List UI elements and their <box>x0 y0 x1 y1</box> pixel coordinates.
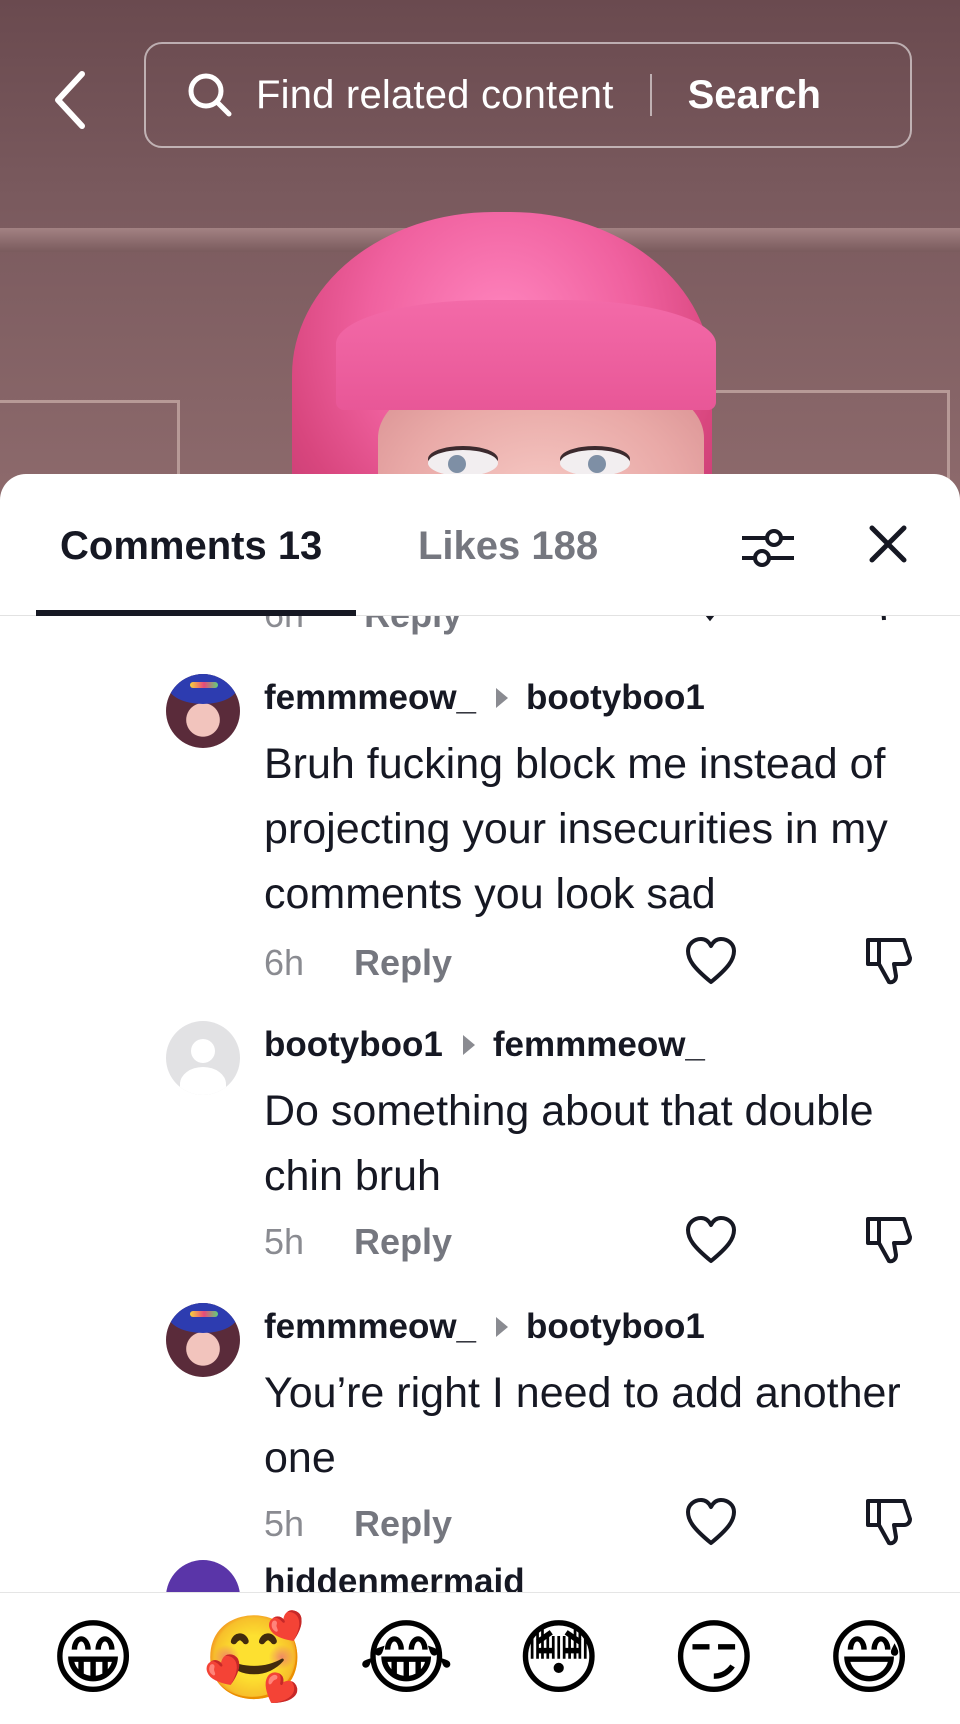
comments-list[interactable]: 6h Reply femmmeow_ bootyboo1 Bruh fuckin… <box>0 616 960 1592</box>
comment-meta: 5h Reply <box>264 1503 452 1545</box>
search-bar[interactable]: Find related content Search <box>144 42 912 148</box>
heart-icon[interactable] <box>684 936 738 986</box>
avatar[interactable] <box>166 1021 240 1095</box>
avatar[interactable] <box>166 1303 240 1377</box>
heart-icon[interactable] <box>684 1497 738 1547</box>
tab-comments[interactable]: Comments 13 <box>60 524 322 569</box>
close-icon[interactable] <box>866 522 910 566</box>
emoji-hearts-face[interactable]: 🥰 <box>203 1617 305 1700</box>
comment-time: 5h <box>264 1221 305 1262</box>
video-subject-eye <box>428 450 498 476</box>
reply-button[interactable]: Reply <box>364 616 462 635</box>
comment-author[interactable]: femmmeow_ <box>264 1307 476 1347</box>
comment-text: You’re right I need to add another one <box>264 1369 901 1482</box>
filter-icon[interactable] <box>740 524 796 572</box>
comment-author[interactable]: hiddenmermaid <box>264 1562 525 1592</box>
back-button[interactable] <box>40 60 100 140</box>
search-divider <box>649 74 652 116</box>
comment-time: 5h <box>264 1503 305 1544</box>
emoji-smirk[interactable]: 😏 <box>669 1617 759 1700</box>
comment-meta: 6h Reply <box>264 942 452 984</box>
comment-meta: 5h Reply <box>264 1221 452 1263</box>
comment-author-line: bootyboo1 femmmeow_ <box>264 1025 705 1065</box>
avatar[interactable] <box>166 1560 240 1592</box>
comment-time: 6h <box>264 942 305 983</box>
comment-author-line: femmmeow_ bootyboo1 <box>264 1307 705 1347</box>
dislike-icon[interactable] <box>864 1497 914 1547</box>
heart-icon[interactable] <box>690 616 730 630</box>
comment-text: Bruh fucking block me instead of project… <box>264 740 888 918</box>
emoji-flushed[interactable]: 😳 <box>514 1617 604 1700</box>
comment-author[interactable]: bootyboo1 <box>264 1025 443 1065</box>
back-arrow-icon <box>55 71 85 129</box>
reply-arrow-icon <box>462 1035 475 1055</box>
comment-author-line: femmmeow_ bootyboo1 <box>264 678 705 718</box>
dislike-icon[interactable] <box>870 616 900 630</box>
search-input[interactable]: Find related content <box>256 73 614 118</box>
reply-arrow-icon <box>496 688 509 708</box>
tab-likes[interactable]: Likes 188 <box>418 524 598 569</box>
emoji-grin[interactable]: 😁 <box>48 1617 138 1700</box>
search-icon <box>188 73 232 117</box>
emoji-tears-of-joy[interactable]: 😂 <box>358 1617 454 1700</box>
search-button[interactable]: Search <box>688 73 821 118</box>
comments-sheet: Comments 13 Likes 188 6h Reply <box>0 474 960 1724</box>
reply-button[interactable]: Reply <box>354 1221 452 1263</box>
emoji-sweat-smile[interactable]: 😅 <box>824 1617 914 1700</box>
comment-author[interactable]: femmmeow_ <box>264 678 476 718</box>
comment-reply-to[interactable]: bootyboo1 <box>526 678 705 718</box>
reply-button[interactable]: Reply <box>354 1503 452 1545</box>
comment-reply-to[interactable]: femmmeow_ <box>493 1025 705 1065</box>
dislike-icon[interactable] <box>864 1215 914 1265</box>
video-subject-eye <box>560 450 630 476</box>
reply-button[interactable]: Reply <box>354 942 452 984</box>
comment-time: 6h <box>264 616 304 635</box>
partial-comment-meta: 6h Reply <box>264 616 462 636</box>
comment-text: Do something about that double chin bruh <box>264 1087 874 1200</box>
reply-arrow-icon <box>496 1317 509 1337</box>
sheet-tabs: Comments 13 Likes 188 <box>0 474 960 616</box>
dislike-icon[interactable] <box>864 936 914 986</box>
comment-reply-to[interactable]: bootyboo1 <box>526 1307 705 1347</box>
heart-icon[interactable] <box>684 1215 738 1265</box>
video-subject-bangs <box>336 300 716 410</box>
emoji-quick-bar: 😁 🥰 😂 😳 😏 😅 <box>0 1592 960 1724</box>
avatar[interactable] <box>166 674 240 748</box>
